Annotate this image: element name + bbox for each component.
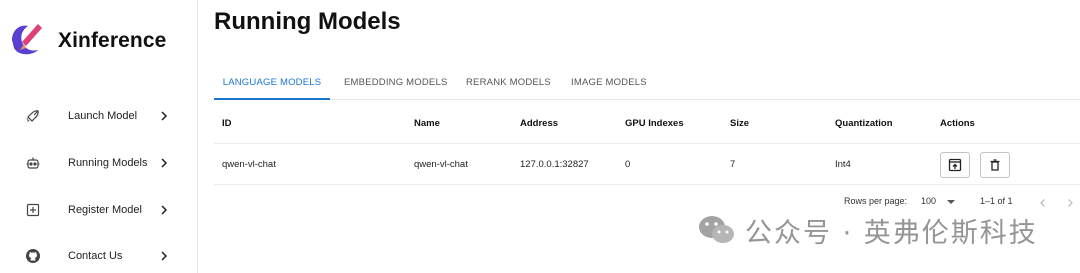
tab-rerank-models[interactable]: RERANK MODELS	[454, 64, 563, 100]
cell-gpu-indexes: 0	[625, 159, 631, 170]
table-row: qwen-vl-chat qwen-vl-chat 127.0.0.1:3282…	[214, 144, 1080, 185]
sidebar-item-running-models[interactable]: Running Models	[0, 145, 198, 181]
column-header-address[interactable]: Address	[520, 118, 558, 129]
delete-model-button[interactable]	[980, 152, 1010, 178]
watermark-text: 公众号 · 英弗伦斯科技	[745, 217, 1038, 249]
xinference-logo-icon	[12, 24, 42, 55]
sidebar-item-contact-us[interactable]: Contact Us	[0, 238, 198, 273]
column-header-gpu-indexes[interactable]: GPU Indexes	[625, 118, 684, 129]
tab-image-models[interactable]: IMAGE MODELS	[559, 64, 659, 100]
tab-language-models[interactable]: LANGUAGE MODELS	[214, 64, 330, 100]
rows-per-page-select[interactable]: 100	[921, 196, 955, 206]
column-header-actions: Actions	[940, 118, 975, 129]
wechat-icon	[699, 216, 734, 243]
cell-name: qwen-vl-chat	[414, 159, 468, 170]
sidebar-item-label: Contact Us	[68, 250, 123, 262]
cell-quantization: Int4	[835, 159, 851, 170]
sidebar: Xinference Launch Model Running Models R…	[0, 0, 198, 273]
sidebar-item-register-model[interactable]: Register Model	[0, 192, 198, 228]
plus-box-icon	[24, 201, 42, 219]
delete-icon	[990, 159, 1000, 171]
watermark: 公众号 · 英弗伦斯科技	[697, 212, 1038, 249]
chevron-right-icon	[161, 205, 168, 215]
table-header-row: ID Name Address GPU Indexes Size Quantiz…	[214, 100, 1080, 144]
sidebar-item-label: Running Models	[68, 157, 148, 169]
rocket-icon	[24, 107, 42, 125]
open-in-new-icon	[948, 158, 962, 172]
rows-per-page-value: 100	[921, 196, 937, 206]
previous-page-icon[interactable]	[1038, 198, 1048, 208]
next-page-icon[interactable]	[1065, 198, 1075, 208]
rows-per-page-label: Rows per page:	[844, 196, 908, 206]
open-model-button[interactable]	[940, 152, 970, 178]
cell-size: 7	[730, 159, 736, 170]
sidebar-item-launch-model[interactable]: Launch Model	[0, 98, 198, 134]
chevron-right-icon	[161, 251, 168, 261]
cell-address: 127.0.0.1:32827	[520, 159, 589, 170]
github-icon	[24, 247, 42, 265]
brand-name: Xinference	[58, 29, 167, 52]
column-header-id[interactable]: ID	[222, 118, 232, 129]
sidebar-item-label: Launch Model	[68, 110, 138, 122]
chevron-right-icon	[161, 111, 168, 121]
robot-icon	[24, 154, 42, 172]
column-header-name[interactable]: Name	[414, 118, 440, 129]
cell-id: qwen-vl-chat	[222, 159, 276, 170]
column-header-size[interactable]: Size	[730, 118, 749, 129]
brand[interactable]: Xinference	[8, 20, 166, 60]
chevron-right-icon	[161, 158, 168, 168]
page-title: Running Models	[214, 8, 401, 35]
pagination-range: 1–1 of 1	[980, 196, 1013, 206]
caret-down-icon	[946, 199, 955, 204]
sidebar-item-label: Register Model	[68, 204, 142, 216]
tab-embedding-models[interactable]: EMBEDDING MODELS	[332, 64, 460, 100]
column-header-quantization[interactable]: Quantization	[835, 118, 893, 129]
model-type-tabs: LANGUAGE MODELS EMBEDDING MODELS RERANK …	[214, 64, 1080, 100]
